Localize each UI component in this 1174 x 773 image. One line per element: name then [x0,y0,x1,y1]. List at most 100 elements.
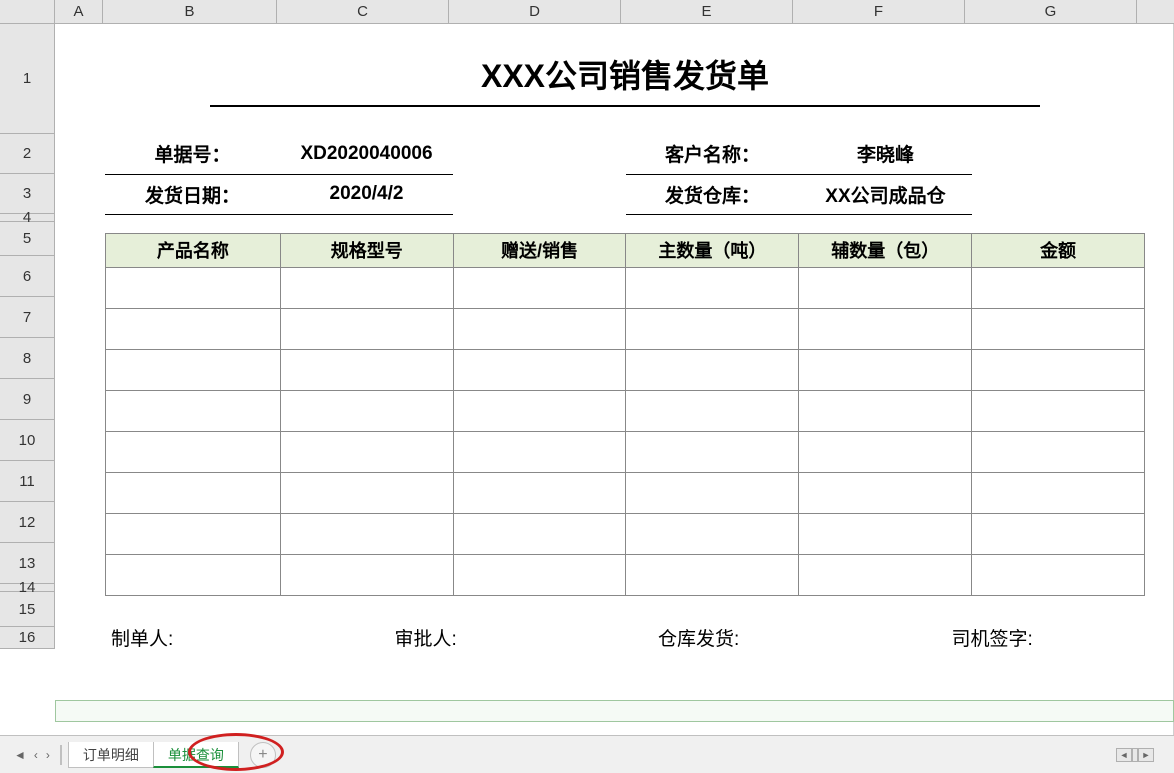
table-cell[interactable] [106,308,281,349]
table-cell[interactable] [799,349,972,390]
row-header[interactable]: 2 [0,134,54,174]
table-cell[interactable] [280,554,453,595]
tab-scroll-prev-icon[interactable]: ‹ [30,748,42,762]
table-cell[interactable] [799,513,972,554]
col-aux-qty[interactable]: 辅数量（包） [799,233,972,267]
ship-date-value[interactable]: 2020/4/2 [280,174,453,214]
row-header[interactable]: 7 [0,297,54,338]
add-sheet-button[interactable]: + [250,742,276,768]
table-cell[interactable] [972,431,1145,472]
row-header[interactable]: 10 [0,420,54,461]
table-row [106,431,1145,472]
table-cell[interactable] [799,267,972,308]
table-cell[interactable] [626,472,799,513]
col-main-qty[interactable]: 主数量（吨） [626,233,799,267]
scroll-right-icon[interactable]: ► [1138,748,1154,762]
table-cell[interactable] [799,431,972,472]
table-cell[interactable] [972,390,1145,431]
doc-no-label: 单据号： [105,134,280,174]
tab-scroll-controls: ◄ ‹ › [10,748,54,762]
tab-scroll-first-icon[interactable]: ◄ [10,748,30,762]
table-cell[interactable] [106,472,281,513]
row-header[interactable]: 14 [0,584,54,592]
column-header[interactable]: C [277,0,449,23]
select-all-corner[interactable] [0,0,55,24]
row-header[interactable]: 4 [0,214,54,222]
table-cell[interactable] [626,308,799,349]
table-cell[interactable] [453,431,626,472]
table-cell[interactable] [972,349,1145,390]
column-header[interactable]: B [103,0,277,23]
table-row [106,554,1145,595]
table-row [106,349,1145,390]
sheet-tab-label: 订单明细 [83,745,139,765]
grid-area[interactable]: XXX公司销售发货单 单据号： XD2020040006 客户名称： 李晓峰 发… [55,24,1174,735]
row-header[interactable]: 12 [0,502,54,543]
table-cell[interactable] [453,267,626,308]
row-header[interactable]: 6 [0,256,54,297]
table-cell[interactable] [972,554,1145,595]
row-header[interactable]: 5 [0,222,54,256]
row-header[interactable]: 1 [0,24,54,134]
table-cell[interactable] [453,513,626,554]
table-cell[interactable] [972,472,1145,513]
table-cell[interactable] [106,267,281,308]
table-cell[interactable] [106,431,281,472]
table-cell[interactable] [280,390,453,431]
table-cell[interactable] [106,390,281,431]
row-header[interactable]: 11 [0,461,54,502]
column-header[interactable]: G [965,0,1137,23]
table-cell[interactable] [626,513,799,554]
table-cell[interactable] [106,349,281,390]
row-header[interactable]: 13 [0,543,54,584]
table-cell[interactable] [453,308,626,349]
table-cell[interactable] [626,390,799,431]
table-cell[interactable] [453,472,626,513]
table-cell[interactable] [626,431,799,472]
table-cell[interactable] [106,554,281,595]
table-cell[interactable] [972,308,1145,349]
table-cell[interactable] [280,513,453,554]
row-header[interactable]: 16 [0,627,54,649]
column-header[interactable]: A [55,0,103,23]
table-cell[interactable] [972,267,1145,308]
scroll-left-icon[interactable]: ◄ [1116,748,1132,762]
table-cell[interactable] [972,513,1145,554]
column-header[interactable]: E [621,0,793,23]
table-cell[interactable] [453,349,626,390]
column-header[interactable]: F [793,0,965,23]
horizontal-scroll[interactable]: ◄ ► [1116,748,1154,762]
table-cell[interactable] [280,267,453,308]
row-header[interactable]: 15 [0,592,54,627]
table-cell[interactable] [799,308,972,349]
col-product[interactable]: 产品名称 [106,233,281,267]
column-header[interactable]: D [449,0,621,23]
table-cell[interactable] [799,472,972,513]
row-header[interactable]: 3 [0,174,54,214]
table-cell[interactable] [799,554,972,595]
customer-value[interactable]: 李晓峰 [799,134,972,174]
table-cell[interactable] [106,513,281,554]
tab-scroll-next-icon[interactable]: › [42,748,54,762]
col-gift-sale[interactable]: 赠送/销售 [453,233,626,267]
sheet-tab-doc-query[interactable]: 单据查询 [153,742,239,768]
table-cell[interactable] [453,390,626,431]
table-cell[interactable] [626,267,799,308]
sheet-tab-order-detail[interactable]: 订单明细 [68,742,154,768]
table-cell[interactable] [453,554,626,595]
doc-no-value[interactable]: XD2020040006 [280,134,453,174]
table-cell[interactable] [280,431,453,472]
signature-row: 制单人: 审批人: 仓库发货: 司机签字: [105,624,1145,651]
table-cell[interactable] [626,349,799,390]
warehouse-value[interactable]: XX公司成品仓 [799,174,972,214]
table-cell[interactable] [280,308,453,349]
table-cell[interactable] [626,554,799,595]
signature-warehouse: 仓库发货: [588,624,852,651]
col-spec[interactable]: 规格型号 [280,233,453,267]
col-amount[interactable]: 金额 [972,233,1145,267]
row-header[interactable]: 8 [0,338,54,379]
table-cell[interactable] [799,390,972,431]
table-cell[interactable] [280,349,453,390]
row-header[interactable]: 9 [0,379,54,420]
table-cell[interactable] [280,472,453,513]
